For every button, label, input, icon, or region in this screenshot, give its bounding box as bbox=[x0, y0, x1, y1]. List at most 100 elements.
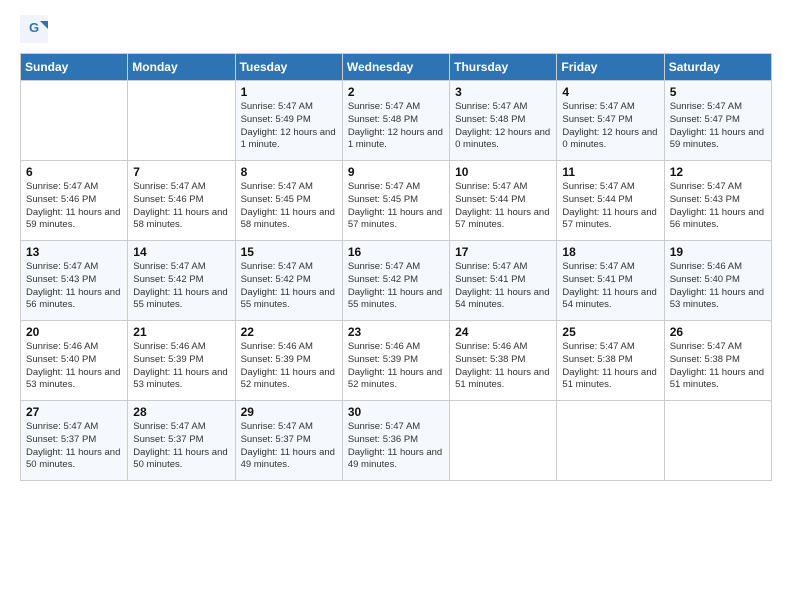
day-cell: 4 Sunrise: 5:47 AM Sunset: 5:47 PM Daylig… bbox=[557, 81, 664, 161]
weekday-header-monday: Monday bbox=[128, 54, 235, 81]
day-cell: 3 Sunrise: 5:47 AM Sunset: 5:48 PM Daylig… bbox=[450, 81, 557, 161]
day-cell: 11Sunrise: 5:47 AM Sunset: 5:44 PM Dayli… bbox=[557, 161, 664, 241]
day-cell: 10 Sunrise: 5:47 AM Sunset: 5:44 PM Dayli… bbox=[450, 161, 557, 241]
day-number: 21 bbox=[133, 325, 229, 339]
day-cell: 27 Sunrise: 5:47 AM Sunset: 5:37 PM Dayli… bbox=[21, 401, 128, 481]
day-info: Sunrise: 5:47 AM Sunset: 5:41 PM Dayligh… bbox=[455, 261, 551, 312]
day-number: 25 bbox=[562, 325, 658, 339]
day-cell: 28Sunrise: 5:47 AM Sunset: 5:37 PM Dayli… bbox=[128, 401, 235, 481]
day-info: Sunrise: 5:47 AM Sunset: 5:38 PM Dayligh… bbox=[670, 341, 766, 392]
day-info: Sunrise: 5:47 AM Sunset: 5:46 PM Dayligh… bbox=[26, 181, 122, 232]
day-cell: 21 Sunrise: 5:46 AM Sunset: 5:39 PM Dayli… bbox=[128, 321, 235, 401]
day-number: 6 bbox=[26, 165, 122, 179]
day-number: 18 bbox=[562, 245, 658, 259]
day-cell bbox=[557, 401, 664, 481]
day-info: Sunrise: 5:46 AM Sunset: 5:40 PM Dayligh… bbox=[670, 261, 766, 312]
day-info: Sunrise: 5:47 AM Sunset: 5:42 PM Dayligh… bbox=[348, 261, 444, 312]
day-info: Sunrise: 5:46 AM Sunset: 5:40 PM Dayligh… bbox=[26, 341, 122, 392]
day-number: 1 bbox=[241, 85, 337, 99]
logo-icon: G bbox=[20, 15, 48, 43]
day-number: 19 bbox=[670, 245, 766, 259]
day-info: Sunrise: 5:46 AM Sunset: 5:38 PM Dayligh… bbox=[455, 341, 551, 392]
weekday-header-tuesday: Tuesday bbox=[235, 54, 342, 81]
day-cell: 2 Sunrise: 5:47 AM Sunset: 5:48 PM Daylig… bbox=[342, 81, 449, 161]
day-number: 20 bbox=[26, 325, 122, 339]
day-cell: 5Sunrise: 5:47 AM Sunset: 5:47 PM Daylig… bbox=[664, 81, 771, 161]
day-cell: 23 Sunrise: 5:46 AM Sunset: 5:39 PM Dayli… bbox=[342, 321, 449, 401]
weekday-header-sunday: Sunday bbox=[21, 54, 128, 81]
day-info: Sunrise: 5:47 AM Sunset: 5:46 PM Dayligh… bbox=[133, 181, 229, 232]
day-info: Sunrise: 5:47 AM Sunset: 5:42 PM Dayligh… bbox=[241, 261, 337, 312]
day-number: 2 bbox=[348, 85, 444, 99]
day-cell bbox=[450, 401, 557, 481]
day-info: Sunrise: 5:47 AM Sunset: 5:37 PM Dayligh… bbox=[26, 421, 122, 472]
day-cell: 20 Sunrise: 5:46 AM Sunset: 5:40 PM Dayli… bbox=[21, 321, 128, 401]
day-info: Sunrise: 5:47 AM Sunset: 5:49 PM Dayligh… bbox=[241, 101, 337, 152]
day-number: 4 bbox=[562, 85, 658, 99]
calendar-table: SundayMondayTuesdayWednesdayThursdayFrid… bbox=[20, 53, 772, 481]
day-info: Sunrise: 5:47 AM Sunset: 5:48 PM Dayligh… bbox=[455, 101, 551, 152]
day-info: Sunrise: 5:47 AM Sunset: 5:45 PM Dayligh… bbox=[348, 181, 444, 232]
day-cell: 14Sunrise: 5:47 AM Sunset: 5:42 PM Dayli… bbox=[128, 241, 235, 321]
day-number: 3 bbox=[455, 85, 551, 99]
day-number: 29 bbox=[241, 405, 337, 419]
day-number: 30 bbox=[348, 405, 444, 419]
weekday-header-thursday: Thursday bbox=[450, 54, 557, 81]
week-row-4: 20 Sunrise: 5:46 AM Sunset: 5:40 PM Dayli… bbox=[21, 321, 772, 401]
day-cell: 16 Sunrise: 5:47 AM Sunset: 5:42 PM Dayli… bbox=[342, 241, 449, 321]
day-number: 15 bbox=[241, 245, 337, 259]
week-row-5: 27 Sunrise: 5:47 AM Sunset: 5:37 PM Dayli… bbox=[21, 401, 772, 481]
header: G bbox=[20, 15, 772, 43]
day-cell: 12Sunrise: 5:47 AM Sunset: 5:43 PM Dayli… bbox=[664, 161, 771, 241]
day-cell: 7Sunrise: 5:47 AM Sunset: 5:46 PM Daylig… bbox=[128, 161, 235, 241]
day-info: Sunrise: 5:46 AM Sunset: 5:39 PM Dayligh… bbox=[133, 341, 229, 392]
day-number: 17 bbox=[455, 245, 551, 259]
day-cell: 17 Sunrise: 5:47 AM Sunset: 5:41 PM Dayli… bbox=[450, 241, 557, 321]
day-info: Sunrise: 5:47 AM Sunset: 5:38 PM Dayligh… bbox=[562, 341, 658, 392]
weekday-header-friday: Friday bbox=[557, 54, 664, 81]
day-number: 23 bbox=[348, 325, 444, 339]
weekday-header-wednesday: Wednesday bbox=[342, 54, 449, 81]
week-row-1: 1 Sunrise: 5:47 AM Sunset: 5:49 PM Daylig… bbox=[21, 81, 772, 161]
day-info: Sunrise: 5:47 AM Sunset: 5:41 PM Dayligh… bbox=[562, 261, 658, 312]
day-info: Sunrise: 5:47 AM Sunset: 5:44 PM Dayligh… bbox=[455, 181, 551, 232]
day-number: 14 bbox=[133, 245, 229, 259]
day-cell: 13Sunrise: 5:47 AM Sunset: 5:43 PM Dayli… bbox=[21, 241, 128, 321]
day-cell: 18 Sunrise: 5:47 AM Sunset: 5:41 PM Dayli… bbox=[557, 241, 664, 321]
day-number: 26 bbox=[670, 325, 766, 339]
day-cell: 24 Sunrise: 5:46 AM Sunset: 5:38 PM Dayli… bbox=[450, 321, 557, 401]
day-number: 10 bbox=[455, 165, 551, 179]
day-number: 12 bbox=[670, 165, 766, 179]
weekday-header-row: SundayMondayTuesdayWednesdayThursdayFrid… bbox=[21, 54, 772, 81]
day-info: Sunrise: 5:47 AM Sunset: 5:48 PM Dayligh… bbox=[348, 101, 444, 152]
day-info: Sunrise: 5:46 AM Sunset: 5:39 PM Dayligh… bbox=[241, 341, 337, 392]
week-row-2: 6 Sunrise: 5:47 AM Sunset: 5:46 PM Daylig… bbox=[21, 161, 772, 241]
day-number: 22 bbox=[241, 325, 337, 339]
day-number: 13 bbox=[26, 245, 122, 259]
day-cell: 1 Sunrise: 5:47 AM Sunset: 5:49 PM Daylig… bbox=[235, 81, 342, 161]
day-info: Sunrise: 5:47 AM Sunset: 5:37 PM Dayligh… bbox=[241, 421, 337, 472]
page: G SundayMondayTuesdayWednesdayThursdayFr… bbox=[0, 0, 792, 612]
day-cell: 6 Sunrise: 5:47 AM Sunset: 5:46 PM Daylig… bbox=[21, 161, 128, 241]
day-info: Sunrise: 5:47 AM Sunset: 5:45 PM Dayligh… bbox=[241, 181, 337, 232]
day-cell: 8Sunrise: 5:47 AM Sunset: 5:45 PM Daylig… bbox=[235, 161, 342, 241]
logo: G bbox=[20, 15, 52, 43]
day-cell: 26 Sunrise: 5:47 AM Sunset: 5:38 PM Dayli… bbox=[664, 321, 771, 401]
day-info: Sunrise: 5:47 AM Sunset: 5:44 PM Dayligh… bbox=[562, 181, 658, 232]
day-cell: 15 Sunrise: 5:47 AM Sunset: 5:42 PM Dayli… bbox=[235, 241, 342, 321]
day-info: Sunrise: 5:46 AM Sunset: 5:39 PM Dayligh… bbox=[348, 341, 444, 392]
day-cell bbox=[21, 81, 128, 161]
day-number: 16 bbox=[348, 245, 444, 259]
day-cell bbox=[664, 401, 771, 481]
day-info: Sunrise: 5:47 AM Sunset: 5:47 PM Dayligh… bbox=[670, 101, 766, 152]
day-cell: 30Sunrise: 5:47 AM Sunset: 5:36 PM Dayli… bbox=[342, 401, 449, 481]
day-cell: 9 Sunrise: 5:47 AM Sunset: 5:45 PM Daylig… bbox=[342, 161, 449, 241]
day-number: 9 bbox=[348, 165, 444, 179]
svg-text:G: G bbox=[29, 20, 39, 35]
day-info: Sunrise: 5:47 AM Sunset: 5:47 PM Dayligh… bbox=[562, 101, 658, 152]
day-number: 28 bbox=[133, 405, 229, 419]
day-number: 27 bbox=[26, 405, 122, 419]
day-number: 24 bbox=[455, 325, 551, 339]
week-row-3: 13Sunrise: 5:47 AM Sunset: 5:43 PM Dayli… bbox=[21, 241, 772, 321]
day-cell: 22 Sunrise: 5:46 AM Sunset: 5:39 PM Dayli… bbox=[235, 321, 342, 401]
